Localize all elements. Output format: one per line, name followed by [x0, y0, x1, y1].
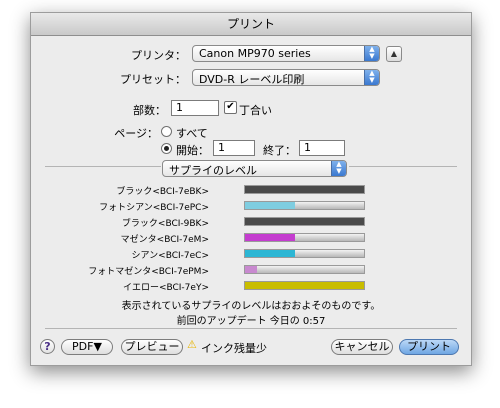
updated-note: 前回のアップデート 今日の 0:57 — [176, 316, 326, 327]
printer-value: Canon MP970 series — [199, 47, 311, 60]
print-button[interactable]: プリント — [399, 339, 459, 355]
ink-level-fill — [245, 234, 295, 241]
panel-popup[interactable]: サプライのレベル ▲ ▼ — [162, 160, 347, 177]
pages-from-label: 開始： — [176, 144, 209, 157]
ink-level-fill — [245, 218, 364, 225]
popup-arrows-icon: ▲ ▼ — [331, 161, 346, 176]
ink-label: フォトシアン<BCI-7ePC> — [99, 203, 209, 213]
printer-popup[interactable]: Canon MP970 series ▲ ▼ — [192, 45, 380, 62]
cancel-button[interactable]: キャンセル — [331, 339, 393, 355]
preset-label: プリセット： — [120, 73, 186, 86]
ink-label: シアン<BCI-7eC> — [131, 251, 209, 261]
pages-all-radio[interactable] — [161, 126, 172, 137]
ink-level-fill — [245, 282, 364, 289]
ink-level-bar — [244, 281, 365, 290]
pages-from-field[interactable]: 1 — [213, 140, 255, 156]
expand-dialog-button[interactable]: ▲ — [386, 46, 402, 62]
preview-button[interactable]: プレビュー — [121, 339, 183, 355]
help-button[interactable]: ? — [40, 339, 55, 354]
ink-level-fill — [245, 186, 364, 193]
ink-level-bar — [244, 249, 365, 258]
low-ink-warning: インク残量少 — [201, 342, 267, 355]
pages-all-label: すべて — [176, 127, 208, 140]
footer-separator — [45, 328, 457, 329]
ink-level-bar — [244, 265, 365, 274]
panel-value: サプライのレベル — [169, 164, 257, 177]
collate-checkbox[interactable]: ✔ — [224, 101, 237, 114]
printer-label: プリンタ： — [131, 49, 186, 62]
copies-label: 部数： — [133, 104, 166, 117]
pdf-button[interactable]: PDF▼ — [61, 339, 113, 355]
preset-value: DVD-R レーベル印刷 — [199, 73, 305, 86]
collate-label: 丁合い — [239, 104, 272, 117]
pages-label: ページ： — [114, 127, 158, 140]
ink-level-bar — [244, 201, 365, 210]
ink-label: ブラック<BCI-9BK> — [121, 219, 209, 229]
popup-arrows-icon: ▲ ▼ — [364, 70, 379, 85]
ink-label: フォトマゼンタ<BCI-7ePM> — [88, 267, 209, 277]
ink-level-bar — [244, 185, 365, 194]
copies-field[interactable]: 1 — [171, 100, 219, 116]
approx-note: 表示されているサプライのレベルはおおよそのものです。 — [121, 301, 381, 312]
warning-icon: ⚠ — [187, 338, 197, 351]
pages-range-radio[interactable] — [161, 143, 172, 154]
print-dialog: プリント プリンタ： Canon MP970 series ▲ ▼ ▲ プリセット… — [30, 12, 472, 366]
separator-right — [349, 166, 457, 167]
ink-level-bar — [244, 233, 365, 242]
ink-label: イエロー<BCI-7eY> — [123, 283, 209, 293]
ink-label: マゼンタ<BCI-7eM> — [120, 235, 209, 245]
ink-level-fill — [245, 250, 295, 257]
ink-level-fill — [245, 266, 257, 273]
pages-to-label: 終了： — [263, 144, 296, 157]
pages-to-field[interactable]: 1 — [299, 140, 345, 156]
ink-level-fill — [245, 202, 295, 209]
popup-arrows-icon: ▲ ▼ — [364, 46, 379, 61]
separator-left — [45, 166, 161, 167]
preset-popup[interactable]: DVD-R レーベル印刷 ▲ ▼ — [192, 69, 380, 86]
window-title: プリント — [31, 13, 471, 36]
ink-level-bar — [244, 217, 365, 226]
ink-label: ブラック<BCI-7eBK> — [116, 187, 209, 197]
